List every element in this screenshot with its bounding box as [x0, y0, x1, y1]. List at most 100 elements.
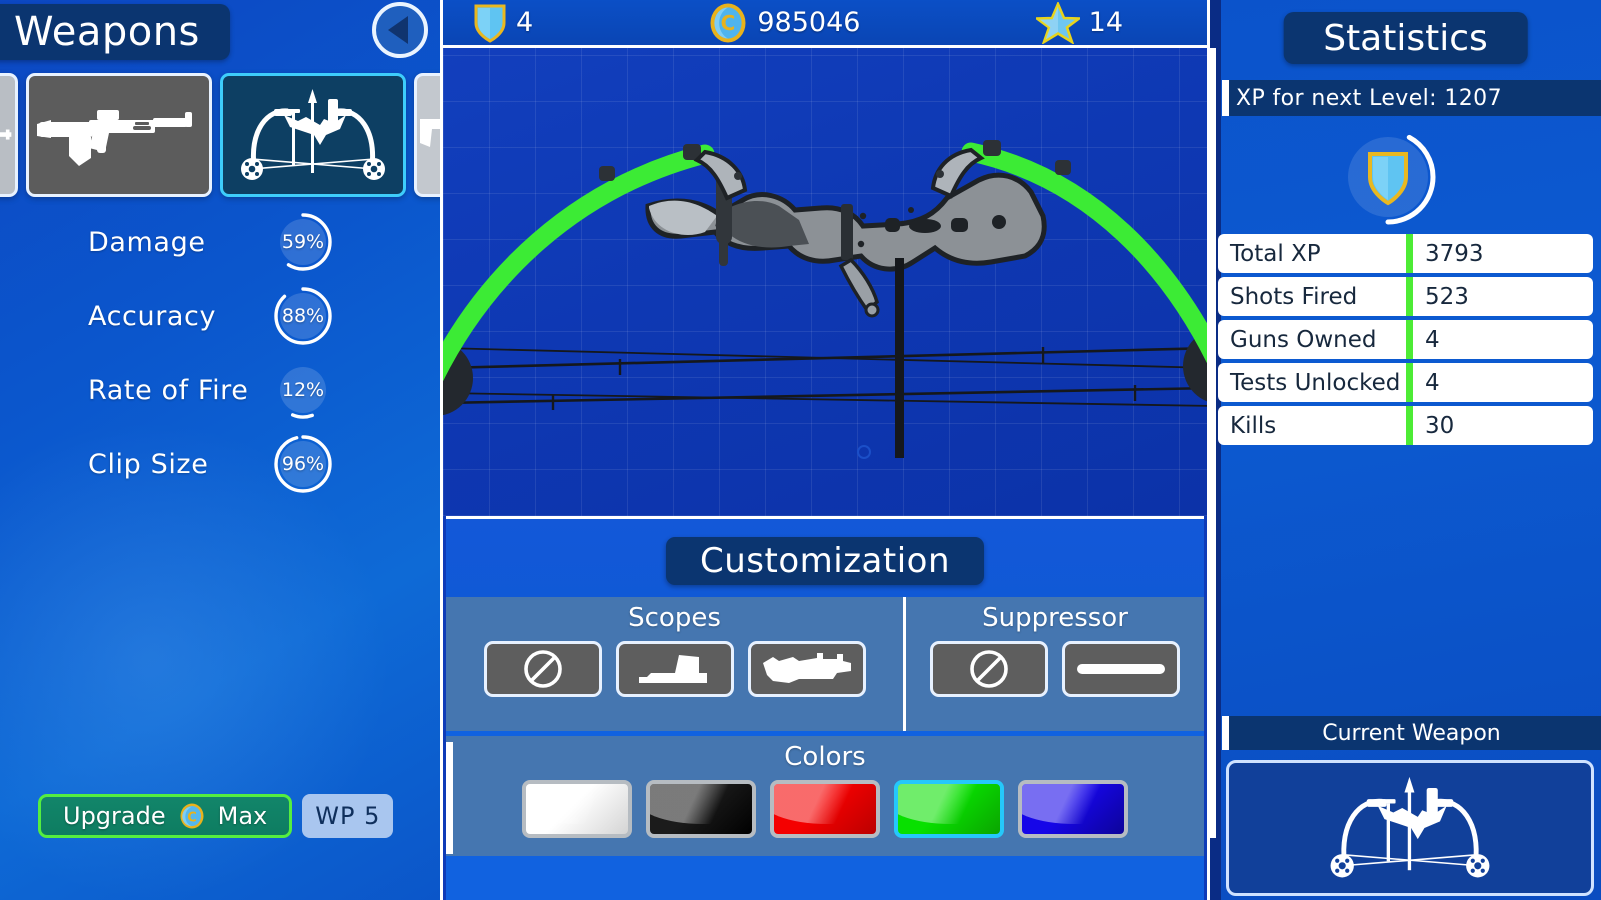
hud-coins-value: 985046 — [757, 7, 861, 38]
table-value-label: 4 — [1425, 326, 1440, 353]
statistics-title-label: Statistics — [1323, 17, 1488, 59]
row-divider — [1406, 406, 1413, 445]
customization-groups: Scopes Suppressor — [446, 597, 1204, 734]
scope-option-red-dot[interactable] — [615, 641, 734, 697]
upgrade-row: Upgrade C Max WP 5 — [38, 794, 394, 838]
table-cell-key: Shots Fired — [1218, 277, 1406, 316]
colors-panel: Colors — [446, 731, 1204, 861]
hud-bar: 4 C 985046 14 — [443, 0, 1207, 48]
ak47-rifle-icon — [37, 110, 192, 166]
upgrade-button[interactable]: Upgrade C Max — [38, 794, 293, 838]
weapon-stats-list: Damage 59% Accuracy 88% Rate of Fire 12%… — [0, 205, 440, 501]
table-row: Shots Fired 523 — [1218, 277, 1593, 320]
hud-shield-value: 4 — [516, 7, 534, 38]
color-swatch-green[interactable] — [894, 780, 1004, 838]
suppressor-option-silencer[interactable] — [1062, 641, 1180, 697]
scopes-group-label: Scopes — [628, 603, 721, 633]
scope-option-tactical[interactable] — [747, 641, 866, 697]
table-cell-value: 4 — [1413, 320, 1593, 359]
sniper-rifle-icon — [0, 129, 12, 140]
swatch-shine — [526, 784, 628, 824]
red-dot-sight-icon — [638, 655, 707, 683]
shield-icon — [1368, 152, 1408, 206]
back-button[interactable] — [372, 2, 428, 58]
shield-icon — [474, 4, 506, 43]
colors-accent-bar — [446, 742, 453, 854]
hud-coins: C 985046 — [708, 2, 860, 44]
table-row: Tests Unlocked 4 — [1218, 363, 1593, 406]
scope-option-none[interactable] — [483, 641, 602, 697]
weapon-render-stage — [443, 48, 1207, 516]
xp-progress-ring — [1338, 127, 1438, 227]
weapon-tab-partial-right[interactable] — [414, 73, 440, 197]
weapon-tab-assault-rifle[interactable] — [26, 73, 212, 197]
color-swatch-white[interactable] — [522, 780, 632, 838]
hud-stars: 14 — [1035, 1, 1123, 44]
color-swatch-blue[interactable] — [1018, 780, 1128, 838]
table-cell-key: Tests Unlocked — [1218, 363, 1406, 402]
row-divider — [1406, 320, 1413, 359]
silencer-bar-icon — [1077, 664, 1165, 674]
customization-title: Customization — [665, 537, 985, 585]
no-symbol-icon — [970, 650, 1008, 688]
scopes-group: Scopes — [446, 597, 906, 734]
weapon-tab-partial-left[interactable] — [0, 73, 18, 197]
current-weapon-title-label: Current Weapon — [1322, 720, 1501, 746]
stat-value: 96% — [281, 453, 325, 475]
table-key-label: Shots Fired — [1230, 283, 1358, 310]
stat-label: Clip Size — [88, 448, 209, 480]
swatch-shine — [1022, 784, 1124, 824]
table-key-label: Total XP — [1230, 240, 1321, 267]
current-weapon-title: Current Weapon — [1222, 716, 1601, 750]
row-divider — [1406, 363, 1413, 402]
table-cell-value: 523 — [1413, 277, 1593, 316]
weapon-carousel[interactable] — [0, 73, 440, 197]
swatch-shine — [650, 784, 752, 824]
table-cell-key: Kills — [1218, 406, 1406, 445]
statistics-panel: Statistics XP for next Level: 1207 Total… — [1210, 0, 1601, 900]
table-cell-key: Total XP — [1218, 234, 1406, 273]
stat-value: 88% — [281, 305, 325, 327]
xp-next-level-label: XP for next Level: 1207 — [1236, 85, 1502, 111]
svg-text:C: C — [721, 11, 736, 35]
weapon-tab-compound-bow[interactable] — [220, 73, 406, 197]
table-cell-key: Guns Owned — [1218, 320, 1406, 359]
upgrade-label: Upgrade — [63, 802, 166, 830]
compound-bow-icon — [1330, 776, 1490, 878]
current-weapon-preview[interactable] — [1226, 760, 1594, 896]
customization-title-label: Customization — [699, 541, 951, 581]
page-title-label: Weapons — [14, 9, 200, 55]
suppressor-group-label: Suppressor — [982, 603, 1128, 633]
table-key-label: Tests Unlocked — [1230, 369, 1401, 396]
suppressor-group: Suppressor — [906, 597, 1204, 734]
table-key-label: Kills — [1230, 412, 1277, 439]
colors-title: Colors — [784, 742, 866, 772]
row-divider — [1406, 234, 1413, 273]
statistics-title: Statistics — [1283, 12, 1528, 64]
compound-bow-render — [443, 140, 1207, 459]
weapons-sidebar: Weapons Damage 59% Accuracy 88% Rate of … — [0, 0, 440, 900]
row-divider — [1406, 277, 1413, 316]
coin-icon: C — [180, 803, 204, 829]
color-swatch-red[interactable] — [770, 780, 880, 838]
stat-label: Rate of Fire — [88, 374, 249, 406]
stat-value: 12% — [281, 379, 325, 401]
table-value-label: 3793 — [1425, 240, 1484, 267]
color-swatch-black[interactable] — [646, 780, 756, 838]
suppressor-option-none[interactable] — [930, 641, 1048, 697]
table-value-label: 30 — [1425, 412, 1455, 439]
xp-accent-bar — [1222, 80, 1229, 116]
table-row: Total XP 3793 — [1218, 234, 1593, 277]
stat-gauge-clip-size: 96% — [272, 433, 334, 495]
upgrade-cost-label: Max — [217, 802, 268, 830]
stat-row: Accuracy 88% — [0, 279, 440, 353]
table-cell-value: 3793 — [1413, 234, 1593, 273]
color-swatch-row — [446, 780, 1204, 838]
table-value-label: 523 — [1425, 283, 1469, 310]
wp-badge[interactable]: WP 5 — [302, 794, 394, 838]
stat-value: 59% — [281, 231, 325, 253]
weapon-preview-panel: 4 C 985046 14 Customization Scopes Suppr… — [440, 0, 1210, 900]
hud-stars-value: 14 — [1088, 7, 1123, 38]
stat-gauge-rate-of-fire: 12% — [272, 359, 334, 421]
pistol-icon — [419, 119, 440, 147]
